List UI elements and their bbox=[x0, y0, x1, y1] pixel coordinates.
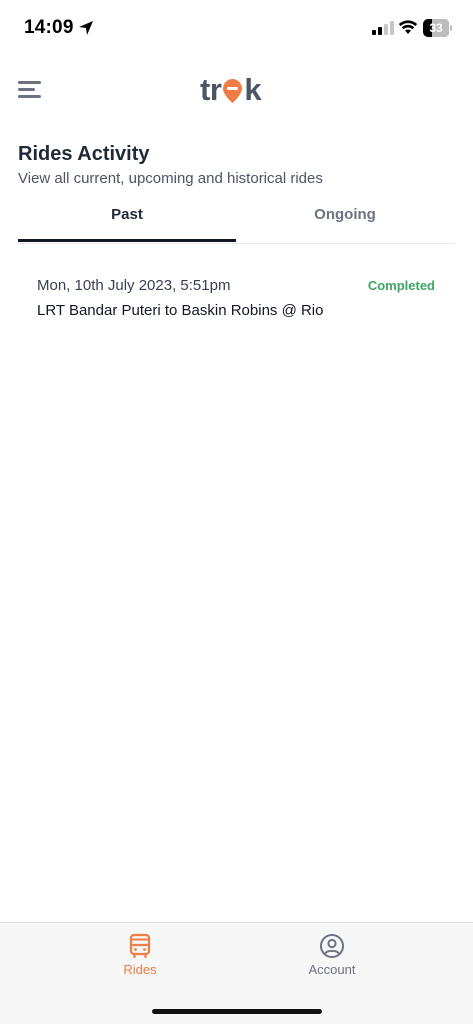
rides-activity-screen: 14:09 33 tr k Rides Activity View all cu… bbox=[0, 0, 473, 1024]
page-subtitle: View all current, upcoming and historica… bbox=[18, 170, 323, 187]
ride-list-item[interactable]: Mon, 10th July 2023, 5:51pm Completed LR… bbox=[18, 262, 455, 332]
status-bar: 14:09 33 bbox=[0, 0, 473, 56]
ride-tabs: Past Ongoing bbox=[18, 195, 455, 244]
battery-level: 33 bbox=[429, 21, 443, 35]
app-header: tr k bbox=[0, 66, 473, 114]
home-indicator bbox=[152, 1009, 322, 1014]
ride-status-badge: Completed bbox=[367, 278, 435, 293]
location-arrow-icon bbox=[79, 21, 93, 35]
battery-icon: 33 bbox=[423, 19, 453, 37]
tab-ongoing[interactable]: Ongoing bbox=[236, 195, 454, 241]
location-pin-icon bbox=[223, 79, 243, 103]
wifi-icon bbox=[398, 20, 418, 34]
nav-rides[interactable]: Rides bbox=[80, 933, 200, 983]
bus-icon bbox=[129, 933, 151, 959]
trek-logo: tr k bbox=[200, 72, 262, 107]
nav-rides-label: Rides bbox=[123, 962, 157, 977]
menu-button[interactable] bbox=[14, 74, 46, 106]
bottom-navigation: Rides Account bbox=[0, 922, 473, 1024]
tab-past[interactable]: Past bbox=[18, 195, 236, 242]
nav-account-label: Account bbox=[308, 962, 356, 977]
nav-account[interactable]: Account bbox=[272, 933, 392, 983]
status-time: 14:09 bbox=[24, 17, 74, 38]
cellular-signal-icon bbox=[372, 21, 394, 35]
ride-date: Mon, 10th July 2023, 5:51pm bbox=[37, 277, 231, 294]
user-circle-icon bbox=[320, 934, 344, 958]
menu-icon bbox=[18, 81, 41, 84]
page-title: Rides Activity bbox=[18, 143, 150, 165]
ride-route: LRT Bandar Puteri to Baskin Robins @ Rio bbox=[37, 302, 324, 319]
